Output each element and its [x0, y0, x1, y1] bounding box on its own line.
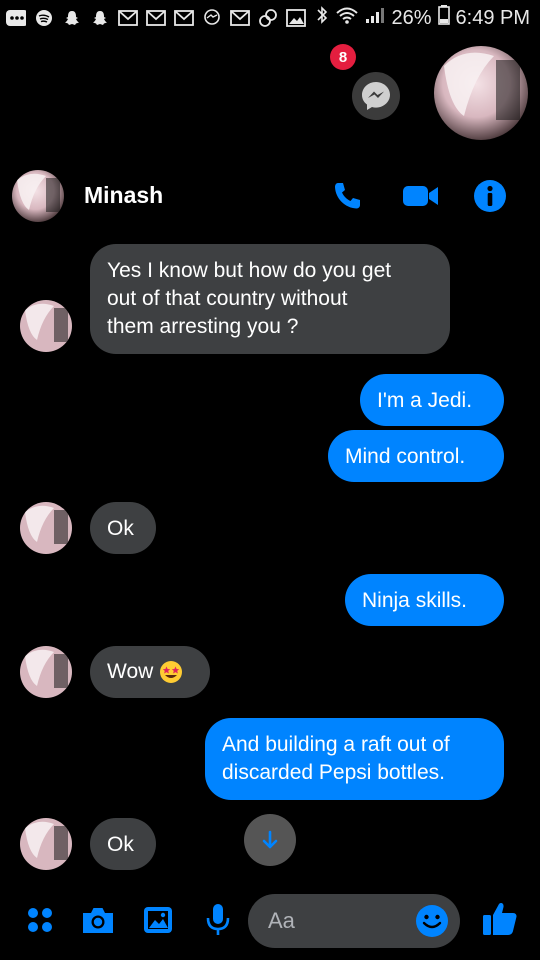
- gmail-icon: [118, 8, 138, 28]
- more-icon: [6, 8, 26, 28]
- message-text: Wow: [107, 660, 154, 683]
- gallery-icon: [144, 907, 172, 933]
- thumbs-up-icon: [483, 903, 517, 935]
- spotify-icon: [34, 8, 54, 28]
- star-struck-emoji: [160, 661, 183, 683]
- bluetooth-icon: [315, 5, 329, 31]
- message-bubble-sent[interactable]: And building a raft out of discarded Pep…: [205, 718, 504, 800]
- voice-message-button[interactable]: [198, 900, 238, 940]
- message-bubble-sent[interactable]: I'm a Jedi.: [360, 374, 504, 426]
- message-bubble-received[interactable]: Ok: [90, 818, 156, 870]
- camera-icon: [83, 908, 113, 933]
- image-icon: [286, 8, 306, 28]
- messenger-icon: [202, 8, 222, 28]
- camera-button[interactable]: [78, 900, 118, 940]
- chat-head-avatar[interactable]: [434, 46, 528, 140]
- mail-icon: [174, 8, 194, 28]
- messenger-chat-head[interactable]: [352, 72, 400, 120]
- battery-icon: [437, 5, 450, 31]
- more-actions-button[interactable]: [20, 900, 60, 940]
- snapchat-icon: [90, 8, 110, 28]
- signal-icon: [365, 5, 385, 31]
- contact-name[interactable]: Minash: [84, 182, 163, 209]
- mail-icon: [230, 8, 250, 28]
- emoji-icon: [416, 905, 448, 937]
- menu-dots-icon: [28, 908, 52, 932]
- message-bubble-sent[interactable]: Ninja skills.: [345, 574, 504, 626]
- info-icon: [474, 180, 506, 212]
- scroll-to-bottom-button[interactable]: [244, 814, 296, 866]
- message-bubble-received[interactable]: Yes I know but how do you get out of tha…: [90, 244, 450, 354]
- unread-badge: 8: [330, 44, 356, 70]
- sender-avatar[interactable]: [20, 502, 72, 554]
- notification-icons: [6, 4, 306, 32]
- sender-avatar[interactable]: [20, 818, 72, 870]
- like-button[interactable]: [480, 898, 520, 938]
- microphone-icon: [206, 904, 230, 935]
- message-bubble-received[interactable]: Wow: [90, 646, 210, 698]
- message-input-placeholder: Aa: [268, 908, 295, 933]
- contact-avatar[interactable]: [12, 170, 64, 222]
- video-call-button[interactable]: [402, 178, 438, 214]
- sender-avatar[interactable]: [20, 646, 72, 698]
- clock: 6:49 PM: [455, 6, 530, 29]
- info-button[interactable]: [472, 178, 508, 214]
- message-bubble-sent[interactable]: Mind control.: [328, 430, 504, 482]
- snapchat-icon: [62, 8, 82, 28]
- battery-level: 26%: [391, 6, 432, 29]
- phone-call-button[interactable]: [330, 178, 366, 214]
- mail-icon: [146, 8, 166, 28]
- arrow-down-icon: [262, 830, 278, 849]
- wifi-icon: [335, 5, 359, 31]
- messenger-icon: [362, 82, 390, 110]
- system-indicators: 26% 6:49 PM: [315, 4, 530, 32]
- sender-avatar[interactable]: [20, 300, 72, 352]
- video-icon: [403, 186, 438, 206]
- status-bar: 26% 6:49 PM: [0, 0, 540, 36]
- message-bubble-received[interactable]: Ok: [90, 502, 156, 554]
- emoji-button[interactable]: [412, 901, 452, 941]
- phone-icon: [335, 183, 360, 209]
- gallery-button[interactable]: [138, 900, 178, 940]
- link-icon: [258, 8, 278, 28]
